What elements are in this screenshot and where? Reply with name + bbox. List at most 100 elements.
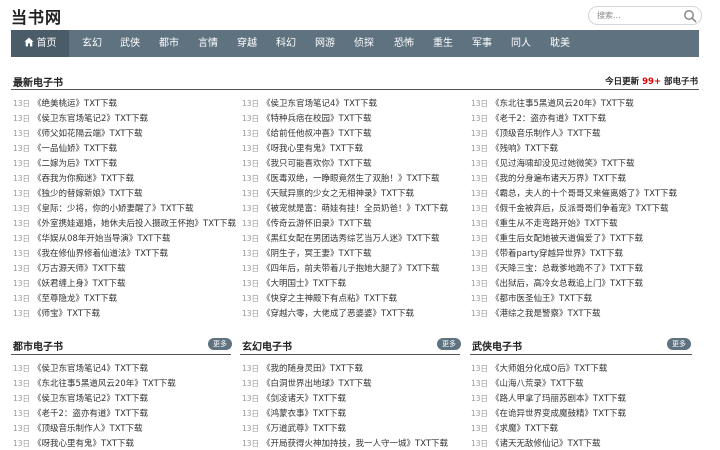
book-link[interactable]: 《绝美桃运》TXT下载 (33, 99, 117, 109)
book-link[interactable]: 《见过海啸却没见过她微笑》TXT下载 (491, 159, 635, 169)
list-item[interactable]: 13日 《重生从不走弯路开始》TXT下载 (471, 216, 696, 231)
book-link[interactable]: 《四年后，前夫带着儿子抱她大腿了》TXT下载 (262, 264, 440, 274)
book-link[interactable]: 《开局获得火神加持技，我一人守一城》TXT下载 (262, 439, 448, 449)
list-item[interactable]: 13日 《师父如花隔云端》TXT下载 (13, 126, 238, 141)
list-item[interactable]: 13日 《在诡异世界变成魔鼓精》TXT下载 (471, 406, 696, 421)
list-item[interactable]: 13日 《港综之我是警察》TXT下载 (471, 306, 696, 321)
list-item[interactable]: 13日 《剑凌诸天》TXT下载 (242, 391, 467, 406)
book-link[interactable]: 《我在修仙界修着仙道法》TXT下载 (33, 249, 168, 259)
book-link[interactable]: 《独少的替嫁新娘》TXT下载 (33, 189, 143, 199)
list-item[interactable]: 13日 《快穿之主神殿下有点粘》TXT下载 (242, 291, 467, 306)
book-link[interactable]: 《剑凌诸天》TXT下载 (262, 394, 346, 404)
list-item[interactable]: 13日 《大明国士》TXT下载 (242, 276, 467, 291)
book-link[interactable]: 《师宝》TXT下载 (33, 309, 100, 319)
list-item[interactable]: 13日 《华娱从08年开始当导演》TXT下载 (13, 231, 238, 246)
list-item[interactable]: 13日 《阴生子，冥王妻》TXT下载 (242, 246, 467, 261)
search-input[interactable] (597, 9, 677, 22)
more-button-dushi[interactable]: 更多 (208, 338, 232, 350)
search-icon[interactable] (683, 9, 697, 23)
list-item[interactable]: 13日 《白洞世界出地球》TXT下载 (242, 376, 467, 391)
nav-item-danmei[interactable]: 耽美 (545, 30, 575, 57)
list-item[interactable]: 13日 《我的分身遍布诸天万界》TXT下载 (471, 171, 696, 186)
book-link[interactable]: 《顶级音乐制作人》TXT下载 (33, 424, 143, 434)
book-link[interactable]: 《天降三宝：总裁爹地跪不了》TXT下载 (491, 264, 643, 274)
book-link[interactable]: 《师父如花隔云端》TXT下载 (33, 129, 143, 139)
list-item[interactable]: 13日 《传奇云游怀旧录》TXT下载 (242, 216, 467, 231)
nav-item-dushi[interactable]: 都市 (154, 30, 184, 57)
book-link[interactable]: 《万古源天师》TXT下载 (33, 264, 126, 274)
book-link[interactable]: 《大明国士》TXT下载 (262, 279, 346, 289)
list-item[interactable]: 13日 《顶级音乐制作人》TXT下载 (13, 421, 238, 436)
book-link[interactable]: 《老千2：盗亦有道》TXT下载 (491, 114, 606, 124)
book-link[interactable]: 《黑红女配在男团选秀综艺当万人迷》TXT下载 (262, 234, 440, 244)
book-link[interactable]: 《侯卫东官场笔记4》TXT下载 (262, 99, 377, 109)
book-link[interactable]: 《至尊隐龙》TXT下载 (33, 294, 117, 304)
list-item[interactable]: 13日 《被宠就是富：萌娃有挂！全员奶爸！》TXT下载 (242, 201, 467, 216)
book-link[interactable]: 《给前任他叔冲喜》TXT下载 (262, 129, 372, 139)
book-link[interactable]: 《出狱后，高冷女总裁追上门》TXT下载 (491, 279, 643, 289)
book-link[interactable]: 《路人甲拿了玛丽苏剧本》TXT下载 (491, 394, 626, 404)
list-item[interactable]: 13日 《天赋异禀的少女之无相神录》TXT下载 (242, 186, 467, 201)
list-item[interactable]: 13日 《独少的替嫁新娘》TXT下载 (13, 186, 238, 201)
list-item[interactable]: 13日 《一品仙娇》TXT下载 (13, 141, 238, 156)
list-item[interactable]: 13日 《绝美桃运》TXT下载 (13, 96, 238, 111)
nav-item-zhentan[interactable]: 侦探 (349, 30, 379, 57)
list-item[interactable]: 13日 《老千2：盗亦有道》TXT下载 (13, 406, 238, 421)
list-item[interactable]: 13日 《鸿蒙衣事》TXT下载 (242, 406, 467, 421)
book-link[interactable]: 《在诡异世界变成魔鼓精》TXT下载 (491, 409, 626, 419)
list-item[interactable]: 13日 《东北往事5黑道风云20年》TXT下载 (471, 96, 696, 111)
list-item[interactable]: 13日 《重生后女配她被天道偏爱了》TXT下载 (471, 231, 696, 246)
list-item[interactable]: 13日 《出狱后，高冷女总裁追上门》TXT下载 (471, 276, 696, 291)
book-link[interactable]: 《山海八荒录》TXT下载 (491, 379, 584, 389)
book-link[interactable]: 《医毒双绝，一睁眼竟然生了双胎！》TXT下载 (262, 174, 440, 184)
nav-item-home[interactable]: 首页 (11, 30, 69, 57)
book-link[interactable]: 《我的分身遍布诸天万界》TXT下载 (491, 174, 626, 184)
book-link[interactable]: 《天赋异禀的少女之无相神录》TXT下载 (262, 189, 414, 199)
book-link[interactable]: 《顶级音乐制作人》TXT下载 (491, 129, 601, 139)
book-link[interactable]: 《一品仙娇》TXT下载 (33, 144, 117, 154)
book-link[interactable]: 《东北往事5黑道风云20年》TXT下载 (33, 379, 176, 389)
book-link[interactable]: 《呀我心里有鬼》TXT下载 (33, 439, 134, 449)
list-item[interactable]: 13日 《二嫁为后》TXT下载 (13, 156, 238, 171)
nav-item-kehuan[interactable]: 科幻 (271, 30, 301, 57)
list-item[interactable]: 13日 《我只可能喜欢你》TXT下载 (242, 156, 467, 171)
list-item[interactable]: 13日 《求魔》TXT下载 (471, 421, 696, 436)
book-link[interactable]: 《重生从不走弯路开始》TXT下载 (491, 219, 618, 229)
list-item[interactable]: 13日 《顶级音乐制作人》TXT下载 (471, 126, 696, 141)
more-button-wuxia[interactable]: 更多 (667, 338, 691, 350)
list-item[interactable]: 13日 《我的随身灵田》TXT下载 (242, 361, 467, 376)
list-item[interactable]: 13日 《给前任他叔冲喜》TXT下载 (242, 126, 467, 141)
book-link[interactable]: 《被宠就是富：萌娃有挂！全员奶爸！》TXT下载 (262, 204, 448, 214)
book-link[interactable]: 《港综之我是警察》TXT下载 (491, 309, 601, 319)
nav-item-wangyou[interactable]: 网游 (310, 30, 340, 57)
list-item[interactable]: 13日 《假千金被弃后，反派哥哥们争着宠》TXT下载 (471, 201, 696, 216)
list-item[interactable]: 13日 《皇际：少将，你的小娇妻醒了》TXT下载 (13, 201, 238, 216)
book-link[interactable]: 《侯卫东官场笔记2》TXT下载 (33, 114, 148, 124)
list-item[interactable]: 13日 《黑红女配在男团选秀综艺当万人迷》TXT下载 (242, 231, 467, 246)
list-item[interactable]: 13日 《诸天无敌修仙记》TXT下载 (471, 436, 696, 450)
book-link[interactable]: 《残响》TXT下载 (491, 144, 558, 154)
list-item[interactable]: 13日 《见过海啸却没见过她微笑》TXT下载 (471, 156, 696, 171)
list-item[interactable]: 13日 《吞我为你痴迷》TXT下载 (13, 171, 238, 186)
list-item[interactable]: 13日 《外室携娃逼婚，她休夫后投入摄政王怀抱》TXT下载 (13, 216, 238, 231)
list-item[interactable]: 13日 《特种兵痞在校园》TXT下载 (242, 111, 467, 126)
nav-item-junshi[interactable]: 军事 (467, 30, 497, 57)
list-item[interactable]: 13日 《至尊隐龙》TXT下载 (13, 291, 238, 306)
book-link[interactable]: 《侯卫东官场笔记2》TXT下载 (33, 394, 148, 404)
list-item[interactable]: 13日 《都市医圣仙王》TXT下载 (471, 291, 696, 306)
book-link[interactable]: 《华娱从08年开始当导演》TXT下载 (33, 234, 170, 244)
book-link[interactable]: 《穿越六零，大佬成了恶婆婆》TXT下载 (262, 309, 414, 319)
book-link[interactable]: 《外室携娃逼婚，她休夫后投入摄政王怀抱》TXT下载 (33, 219, 236, 229)
book-link[interactable]: 《快穿之主神殿下有点粘》TXT下载 (262, 294, 397, 304)
book-link[interactable]: 《求魔》TXT下载 (491, 424, 558, 434)
book-link[interactable]: 《二嫁为后》TXT下载 (33, 159, 117, 169)
list-item[interactable]: 13日 《残响》TXT下载 (471, 141, 696, 156)
book-link[interactable]: 《大师姐分化成O后》TXT下载 (491, 364, 607, 374)
book-link[interactable]: 《诸天无敌修仙记》TXT下载 (491, 439, 601, 449)
list-item[interactable]: 13日 《带着party穿越异世界》TXT下载 (471, 246, 696, 261)
list-item[interactable]: 13日 《呀我心里有鬼》TXT下载 (13, 436, 238, 450)
nav-item-wuxia[interactable]: 武侠 (115, 30, 145, 57)
book-link[interactable]: 《鸿蒙衣事》TXT下载 (262, 409, 346, 419)
list-item[interactable]: 13日 《开局获得火神加持技，我一人守一城》TXT下载 (242, 436, 467, 450)
list-item[interactable]: 13日 《妖君缠上身》TXT下载 (13, 276, 238, 291)
